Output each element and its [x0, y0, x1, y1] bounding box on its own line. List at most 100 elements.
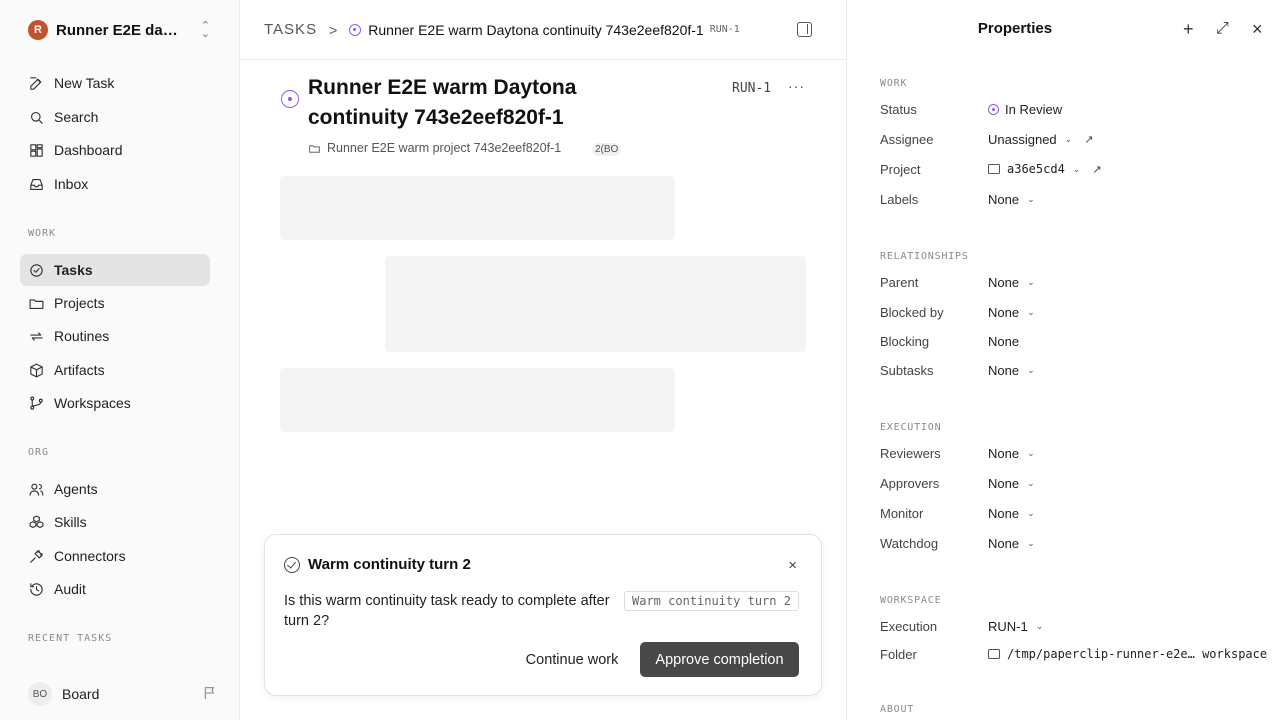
chevron-down-icon: ⌄ — [1072, 163, 1081, 174]
task-status-icon[interactable] — [281, 90, 299, 108]
section-work: WORK — [880, 78, 908, 89]
box-icon — [30, 363, 43, 377]
panel-toggle-icon[interactable] — [797, 22, 812, 37]
assignee-picker[interactable]: Unassigned ⌄ ↗ — [988, 132, 1093, 147]
nav-tasks[interactable]: Tasks — [20, 254, 210, 286]
nav-dashboard[interactable]: Dashboard — [20, 134, 210, 166]
blocked-by-picker[interactable]: None ⌄ — [988, 305, 1035, 320]
completion-request-card: Warm continuity turn 2 × Is this warm co… — [264, 534, 822, 696]
section-recent-tasks: RECENT TASKS — [28, 633, 113, 644]
nav-label: Audit — [54, 581, 86, 597]
chevron-down-icon: ⌄ — [1027, 477, 1035, 488]
status-picker[interactable]: In Review — [988, 102, 1062, 117]
nav-connectors[interactable]: Connectors — [20, 540, 210, 572]
plug-icon — [30, 549, 43, 563]
monitor-picker[interactable]: None ⌄ — [988, 506, 1035, 521]
watchdog-picker[interactable]: None ⌄ — [988, 536, 1035, 551]
inbox-icon — [30, 178, 43, 190]
prop-key: Monitor — [880, 505, 924, 521]
section-execution: EXECUTION — [880, 422, 942, 433]
continue-work-button[interactable]: Continue work — [513, 642, 631, 677]
project-name: Runner E2E warm project 743e2eef820f-1 — [327, 141, 562, 155]
task-title[interactable]: Runner E2E warm Daytona continuity 743e2… — [308, 73, 638, 133]
folder-icon — [988, 164, 1000, 174]
folder-icon — [29, 298, 44, 309]
prop-key: Status — [880, 101, 917, 117]
prop-status: Status In Review — [880, 99, 1275, 119]
task-project-link[interactable]: Runner E2E warm project 743e2eef820f-1 — [308, 141, 561, 155]
nav-agents[interactable]: Agents — [20, 473, 210, 505]
prop-key: Reviewers — [880, 445, 941, 461]
labels-picker[interactable]: None ⌄ — [988, 192, 1035, 207]
execution-picker[interactable]: RUN-1 ⌄ — [988, 619, 1043, 634]
folder-link[interactable]: /tmp/paperclip-runner-e2e… workspace — [988, 647, 1267, 661]
close-icon[interactable]: × — [788, 557, 797, 574]
prop-key: Execution — [880, 618, 938, 634]
reviewers-picker[interactable]: None ⌄ — [988, 446, 1035, 461]
prop-monitor: Monitor None ⌄ — [880, 503, 1275, 523]
nav-artifacts[interactable]: Artifacts — [20, 354, 210, 386]
nav-new-task[interactable]: New Task — [20, 67, 210, 99]
prop-labels: Labels None ⌄ — [880, 189, 1275, 209]
prop-subtasks: Subtasks None ⌄ — [880, 360, 1275, 380]
card-title: Warm continuity turn 2 — [308, 556, 471, 573]
nav-inbox[interactable]: Inbox — [20, 168, 210, 200]
nav-label: Artifacts — [54, 362, 105, 378]
approvers-picker[interactable]: None ⌄ — [988, 476, 1035, 491]
chevron-down-icon: ⌄ — [1064, 133, 1073, 144]
nav-skills[interactable]: Skills — [20, 506, 210, 538]
nav-search[interactable]: Search — [20, 101, 210, 133]
parent-picker[interactable]: None ⌄ — [988, 275, 1035, 290]
prop-blocking: Blocking None — [880, 331, 1275, 351]
prop-folder: Folder /tmp/paperclip-runner-e2e… worksp… — [880, 644, 1275, 664]
workspace-switcher[interactable]: R Runner E2E dayt... ⌃ ⌄ — [28, 18, 218, 42]
nav-label: Dashboard — [54, 142, 123, 158]
prop-approvers: Approvers None ⌄ — [880, 473, 1275, 493]
chevron-down-icon: ⌄ — [1027, 276, 1035, 287]
reviewers-value: None — [988, 445, 1020, 461]
section-about: ABOUT — [880, 704, 915, 715]
section-relationships: RELATIONSHIPS — [880, 251, 969, 262]
external-link-icon[interactable]: ↗ — [1084, 133, 1093, 146]
nav-routines[interactable]: Routines — [20, 320, 210, 352]
section-workspace: WORKSPACE — [880, 595, 942, 606]
project-picker[interactable]: a36e5cd4 ⌄ ↗ — [988, 162, 1102, 176]
workspace-name: Runner E2E dayt... — [56, 21, 186, 39]
nav-workspaces[interactable]: Workspaces — [20, 387, 210, 419]
properties-title: Properties — [977, 20, 1053, 37]
boxes-icon — [29, 515, 44, 528]
nav-label: Connectors — [54, 548, 126, 564]
add-icon[interactable]: + — [1183, 20, 1194, 38]
prop-key: Blocking — [880, 333, 930, 349]
board-user[interactable]: BO Board — [28, 682, 218, 706]
watchdog-value: None — [988, 535, 1020, 551]
check-circle-icon — [30, 263, 43, 277]
close-icon[interactable]: × — [1252, 20, 1263, 38]
assignee-value: Unassigned — [988, 131, 1057, 147]
more-options-icon[interactable]: ··· — [788, 78, 805, 94]
section-org: ORG — [28, 447, 50, 458]
board-label: Board — [62, 686, 100, 702]
nav-audit[interactable]: Audit — [20, 573, 210, 605]
external-link-icon[interactable]: ↗ — [1092, 163, 1101, 176]
subtasks-picker[interactable]: None ⌄ — [988, 363, 1035, 378]
chevron-down-icon: ⌄ — [1027, 364, 1035, 375]
breadcrumb-tasks[interactable]: TASKS — [264, 21, 317, 38]
nav-label: Agents — [54, 481, 98, 497]
parent-value: None — [988, 274, 1020, 290]
status-in-review-icon — [988, 103, 999, 115]
chevron-down-icon: ⌄ — [1027, 306, 1035, 317]
approvers-value: None — [988, 475, 1020, 491]
git-branch-icon — [30, 396, 43, 410]
sidebar: R Runner E2E dayt... ⌃ ⌄ New Task Search … — [0, 0, 240, 720]
nav-projects[interactable]: Projects — [20, 287, 210, 319]
flag-icon[interactable] — [202, 685, 218, 701]
users-icon — [29, 483, 44, 496]
properties-panel: Properties + ⤢ × WORK Status In Review A… — [846, 0, 1280, 720]
prop-reviewers: Reviewers None ⌄ — [880, 443, 1275, 463]
expand-icon[interactable]: ⤢ — [1216, 20, 1229, 38]
approve-completion-button[interactable]: Approve completion — [640, 642, 799, 677]
prop-key: Assignee — [880, 131, 934, 147]
monitor-value: None — [988, 505, 1020, 521]
labels-value: None — [988, 191, 1020, 207]
